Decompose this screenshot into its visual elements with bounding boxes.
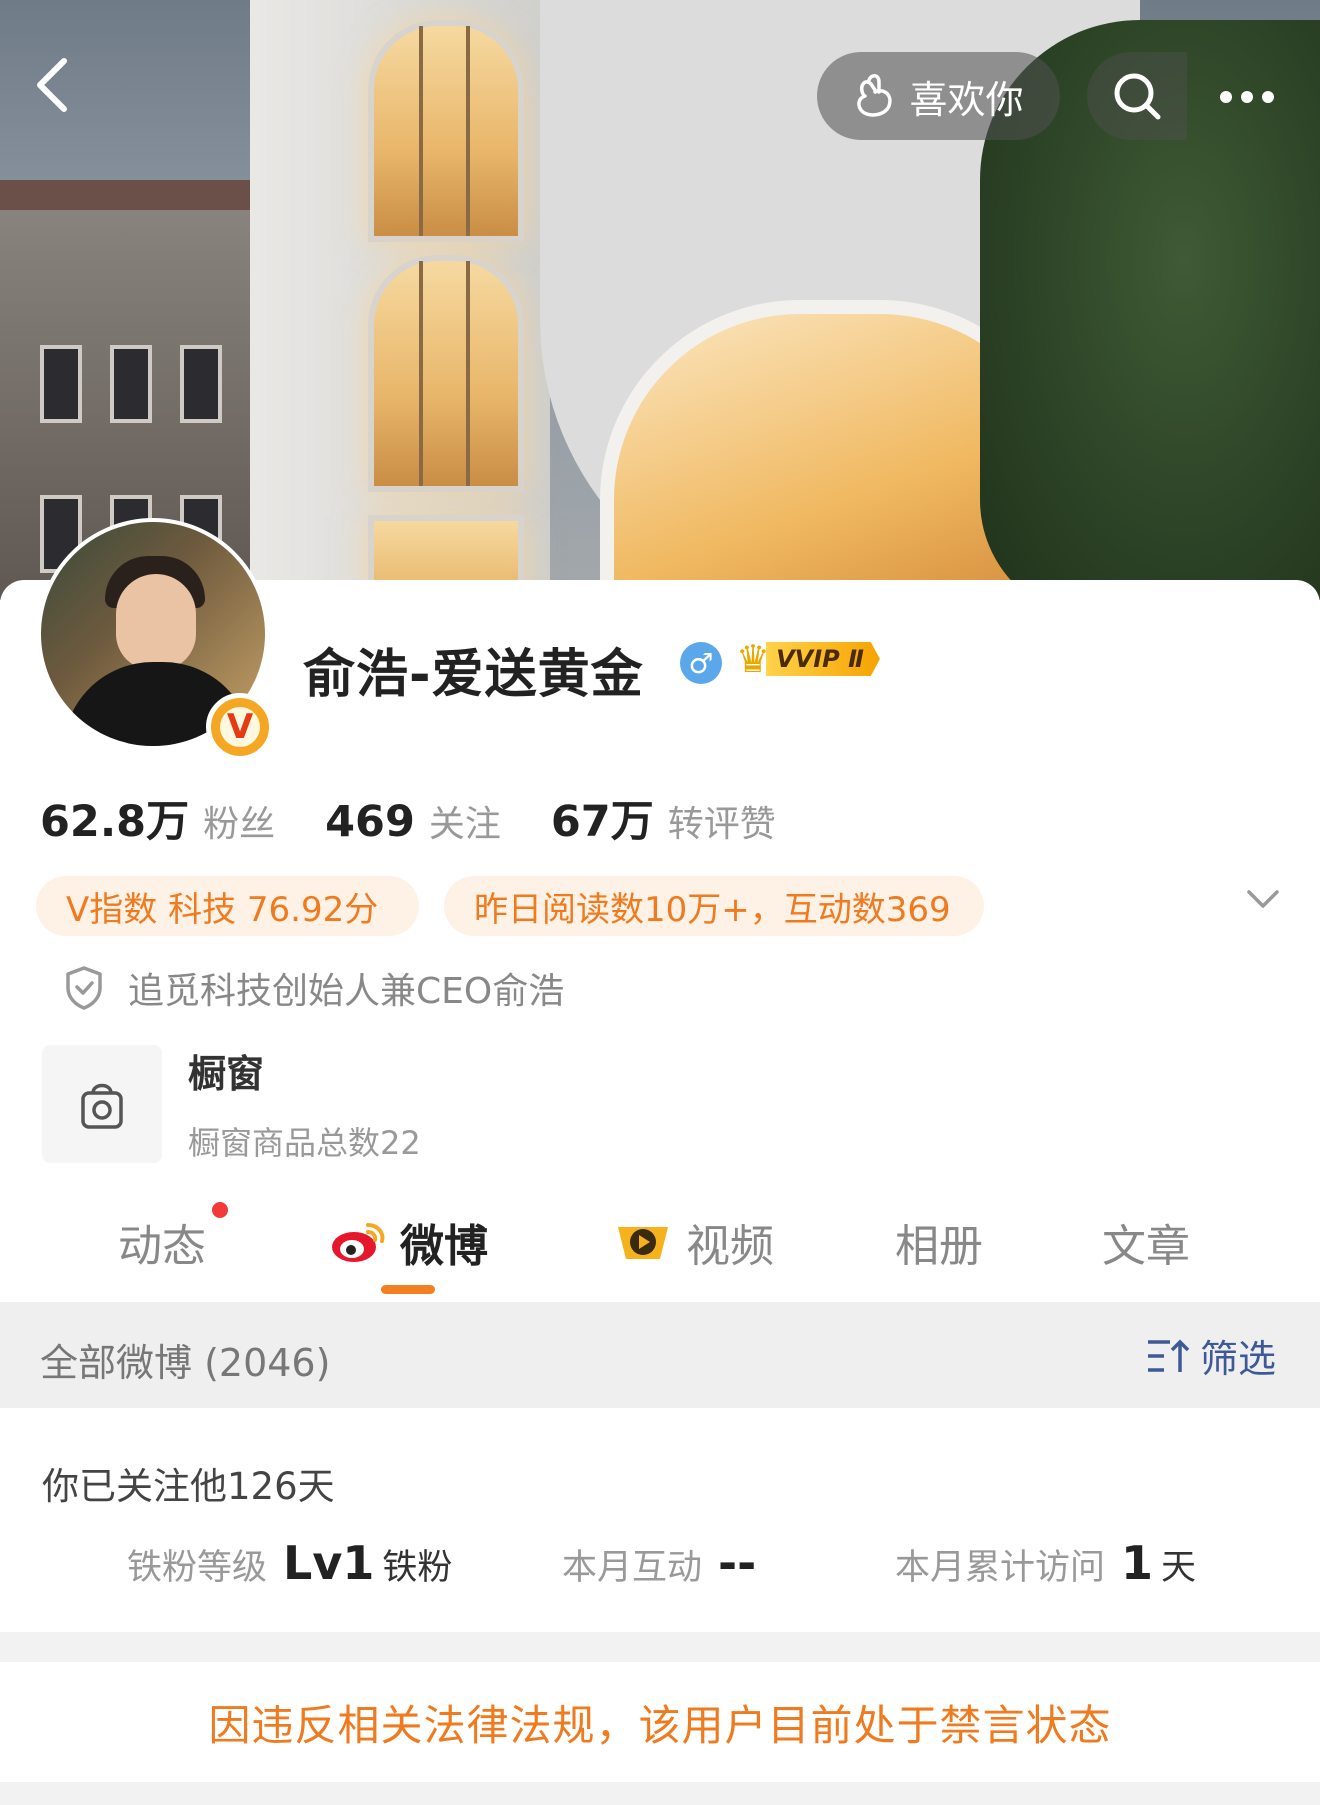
visits-key: 本月累计访问	[895, 1548, 1106, 1588]
active-tab-indicator	[381, 1285, 435, 1294]
all-weibo-count[interactable]: 全部微博 (2046)	[40, 1332, 330, 1387]
monthly-interaction: 本月互动 --	[562, 1536, 756, 1590]
shield-icon	[66, 966, 102, 1010]
fan-status-card: 你已关注他126天 铁粉等级 Lv1 铁粉 本月互动 -- 本月累计访问 1 天	[0, 1408, 1320, 1632]
stat-engagement[interactable]: 67万 转评赞	[551, 787, 776, 849]
visits-unit: 天	[1161, 1548, 1197, 1588]
stat-label: 粉丝	[203, 804, 276, 845]
stat-value: 67万	[550, 797, 654, 847]
filter-icon	[1147, 1339, 1190, 1372]
shop-icon-box	[42, 1044, 162, 1163]
verification-info: 追觅科技创始人兼CEO俞浩	[62, 962, 564, 1014]
chevron-left-icon	[37, 58, 67, 112]
profile-name: 俞浩-爱送黄金	[303, 645, 644, 705]
tab-album[interactable]: 相册	[895, 1210, 983, 1274]
like-you-button[interactable]: 喜欢你	[817, 52, 1060, 140]
tab-label: 动态	[118, 1221, 206, 1272]
visits-value: 1	[1121, 1536, 1154, 1590]
list-header: 全部微博 (2046) 筛选	[0, 1302, 1320, 1408]
filter-label: 筛选	[1199, 1337, 1276, 1381]
male-icon: ♂	[680, 642, 722, 684]
profile-tabs: 动态 微博 视频 相册 文章	[0, 1200, 1320, 1300]
stat-label: 关注	[428, 804, 501, 845]
fan-level-key: 铁粉等级	[127, 1548, 268, 1588]
more-dots-icon	[1220, 91, 1274, 103]
reads-chip[interactable]: 昨日阅读数10万+，互动数369	[444, 876, 984, 936]
crown-icon: ♛	[736, 637, 771, 681]
profile-page: 喜欢你 V 俞浩-爱送黄金 ♂ ♛ VVIP Ⅱ 62.8万 粉丝 469 关注…	[0, 0, 1320, 1805]
fan-level-unit: 铁粉	[382, 1548, 453, 1588]
shop-subtitle: 橱窗商品总数22	[188, 1124, 421, 1162]
filter-button[interactable]: 筛选	[1146, 1328, 1276, 1383]
stat-value: 469	[325, 797, 415, 847]
fan-level[interactable]: 铁粉等级 Lv1 铁粉	[127, 1536, 452, 1590]
verified-badge-label: V	[220, 707, 260, 747]
shop-title: 橱窗	[188, 1052, 265, 1096]
shopping-bag-icon	[81, 1083, 123, 1129]
search-button[interactable]	[1087, 52, 1187, 140]
fan-level-value: Lv1	[283, 1536, 375, 1590]
follow-duration: 你已关注他126天	[42, 1465, 335, 1508]
back-button[interactable]	[30, 55, 80, 115]
vvip-label: VVIP Ⅱ	[766, 642, 880, 676]
weibo-icon	[332, 1223, 385, 1262]
interaction-value: --	[718, 1536, 757, 1590]
more-button[interactable]	[1212, 62, 1282, 132]
chevron-down-icon	[1247, 890, 1279, 908]
vvip-badge[interactable]: ♛ VVIP Ⅱ	[736, 636, 880, 682]
v-index-chip[interactable]: V指数 科技 76.92分	[36, 876, 419, 936]
tab-label: 文章	[1102, 1221, 1190, 1272]
tab-label: 微博	[400, 1221, 488, 1272]
tab-articles[interactable]: 文章	[1102, 1210, 1190, 1274]
stat-fans[interactable]: 62.8万 粉丝	[40, 787, 275, 849]
stat-following[interactable]: 469 关注	[325, 795, 501, 847]
stat-label: 转评赞	[667, 804, 776, 845]
tab-label: 相册	[895, 1221, 983, 1272]
heart-hand-icon	[857, 74, 893, 117]
tab-video[interactable]: 视频	[614, 1210, 774, 1274]
like-you-label: 喜欢你	[909, 77, 1024, 122]
search-icon	[1114, 73, 1161, 120]
tab-label: 视频	[686, 1221, 774, 1272]
interaction-key: 本月互动	[562, 1548, 703, 1588]
monthly-visits: 本月累计访问 1 天	[895, 1536, 1196, 1590]
video-icon	[618, 1227, 668, 1259]
stats-row: 62.8万 粉丝 469 关注 67万 转评赞	[40, 787, 826, 849]
tab-weibo[interactable]: 微博	[330, 1210, 488, 1274]
shop-window[interactable]: 橱窗 橱窗商品总数22	[42, 1043, 421, 1164]
tab-activity[interactable]: 动态	[118, 1202, 228, 1274]
verified-badge: V	[206, 693, 274, 761]
ban-notice: 因违反相关法律法规，该用户目前处于禁言状态	[0, 1662, 1320, 1782]
stat-value: 62.8万	[40, 797, 190, 847]
unread-dot	[212, 1202, 228, 1218]
verification-text: 追觅科技创始人兼CEO俞浩	[128, 971, 565, 1012]
expand-button[interactable]	[1243, 880, 1283, 920]
cover-tower	[250, 0, 550, 600]
